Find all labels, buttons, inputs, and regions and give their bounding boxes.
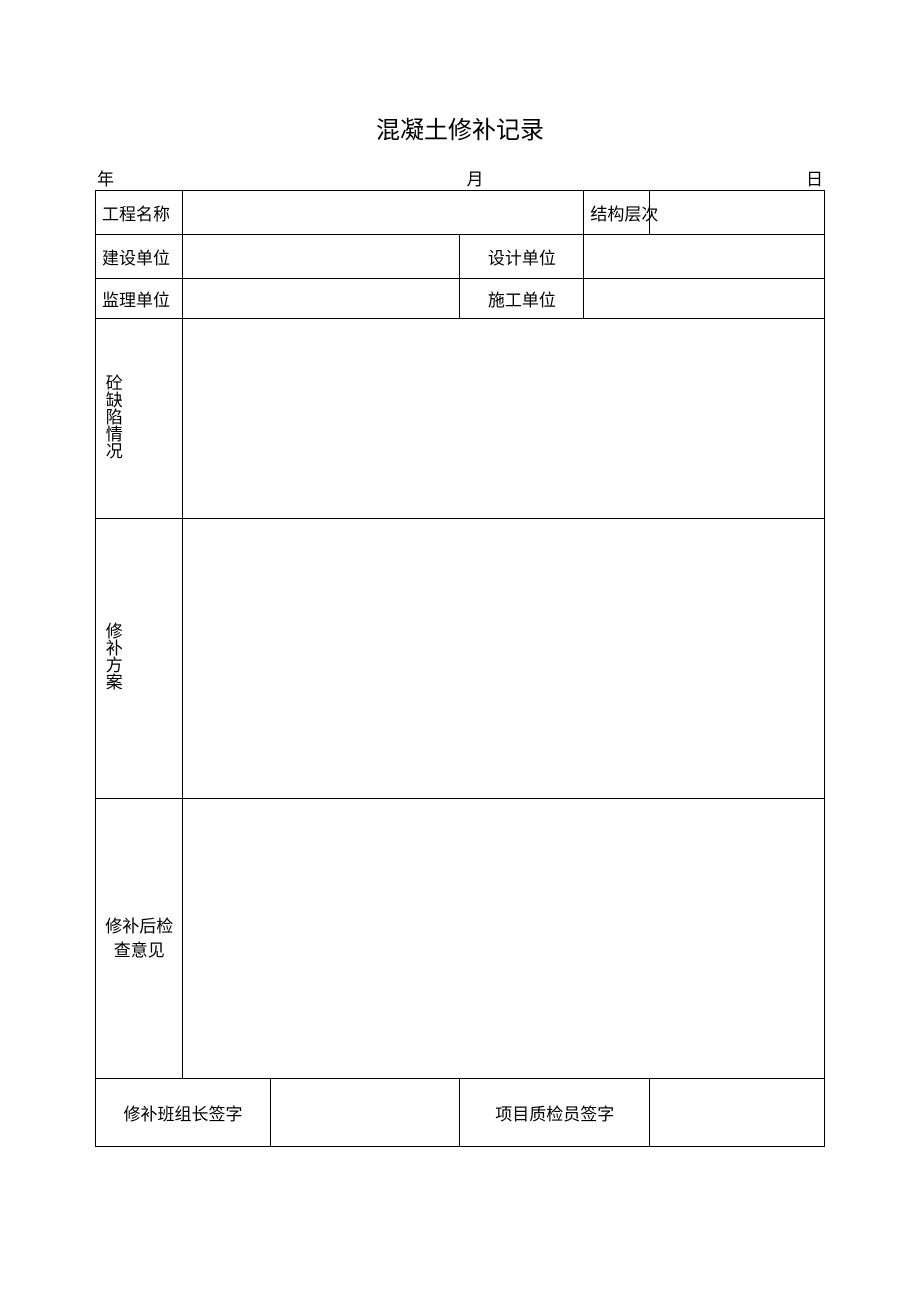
form-table: 工程名称 结构层次 建设单位 设计单位 监理单位 施工单位 砼缺陷情况 修补方案… [95, 190, 825, 1147]
build-unit-label: 建设单位 [96, 235, 183, 279]
project-name-value [183, 191, 584, 235]
supervise-unit-value [183, 279, 460, 319]
construct-unit-value [584, 279, 825, 319]
supervise-unit-label: 监理单位 [96, 279, 183, 319]
post-inspect-label: 修补后检查意见 [96, 799, 183, 1079]
design-unit-value [584, 235, 825, 279]
inspector-sig-value [650, 1079, 825, 1147]
build-unit-value [183, 235, 460, 279]
table-row: 建设单位 设计单位 [96, 235, 825, 279]
defect-value [183, 319, 825, 519]
inspector-sig-label: 项目质检员签字 [460, 1079, 650, 1147]
table-row: 砼缺陷情况 [96, 319, 825, 519]
date-line: 年 月 日 [95, 165, 825, 190]
design-unit-label: 设计单位 [460, 235, 584, 279]
repair-plan-value [183, 519, 825, 799]
table-row: 修补后检查意见 [96, 799, 825, 1079]
defect-label: 砼缺陷情况 [96, 319, 183, 519]
date-year: 年 [97, 165, 147, 190]
page-title: 混凝土修补记录 [95, 110, 825, 145]
team-leader-sig-value [270, 1079, 460, 1147]
date-day: 日 [803, 165, 823, 190]
table-row: 监理单位 施工单位 [96, 279, 825, 319]
structure-level-label: 结构层次 [584, 191, 650, 235]
project-name-label: 工程名称 [96, 191, 183, 235]
table-row: 修补班组长签字 项目质检员签字 [96, 1079, 825, 1147]
construct-unit-label: 施工单位 [460, 279, 584, 319]
table-row: 工程名称 结构层次 [96, 191, 825, 235]
team-leader-sig-label: 修补班组长签字 [96, 1079, 271, 1147]
structure-level-value [650, 191, 825, 235]
repair-plan-label: 修补方案 [96, 519, 183, 799]
post-inspect-value [183, 799, 825, 1079]
table-row: 修补方案 [96, 519, 825, 799]
date-month: 月 [147, 165, 803, 190]
